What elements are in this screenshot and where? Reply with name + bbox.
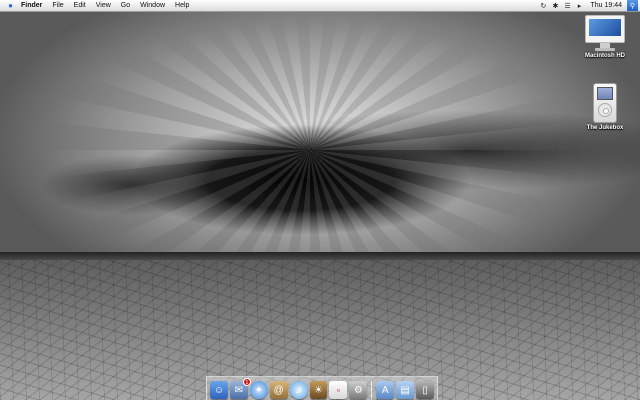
menu-clock[interactable]: Thu 19:44 xyxy=(585,0,627,11)
documents-folder-icon[interactable]: ▤ xyxy=(396,381,415,399)
menu-bar-status-area: ↻ ✱ ☰ ▸ Thu 19:44 ⚲ xyxy=(537,0,640,11)
menu-window[interactable]: Window xyxy=(135,0,170,11)
address-book-icon[interactable]: @ xyxy=(269,381,288,399)
itunes-icon[interactable]: ♫ xyxy=(289,381,308,399)
desktop-icon-the-jukebox[interactable]: The Jukebox xyxy=(570,83,640,131)
applications-folder-icon[interactable]: A xyxy=(376,381,395,399)
menu-file[interactable]: File xyxy=(47,0,68,11)
mail-icon[interactable]: ✉ 1 xyxy=(229,378,251,399)
dock-separator xyxy=(371,381,373,399)
safari-icon[interactable]: ✦ xyxy=(249,381,268,399)
apple-icon[interactable]: ● xyxy=(5,0,16,11)
desktop-icon-macintosh-hd[interactable]: Macintosh HD xyxy=(570,15,640,59)
ipod-icon xyxy=(593,83,617,123)
volume-icon[interactable]: ▸ xyxy=(573,0,585,11)
menu-edit[interactable]: Edit xyxy=(69,0,91,11)
hard-drive-icon xyxy=(583,15,627,51)
system-preferences-icon[interactable]: ⚙ xyxy=(349,381,368,399)
iphoto-icon[interactable]: ☀ xyxy=(309,381,328,399)
desktop-icon-label: The Jukebox xyxy=(586,125,624,131)
spotlight-icon[interactable]: ⚲ xyxy=(627,0,638,11)
wifi-icon[interactable]: ☰ xyxy=(561,0,573,11)
sync-icon[interactable]: ↻ xyxy=(537,0,549,11)
trash-icon[interactable]: ▯ xyxy=(416,381,434,399)
menu-help[interactable]: Help xyxy=(170,0,194,11)
finder-icon[interactable]: ☺ xyxy=(210,381,228,399)
desktop-icon-label: Macintosh HD xyxy=(584,53,625,59)
ical-icon[interactable]: ▫ xyxy=(329,381,348,399)
bluetooth-icon[interactable]: ✱ xyxy=(549,0,561,11)
menu-go[interactable]: Go xyxy=(116,0,135,11)
menu-app-finder[interactable]: Finder xyxy=(16,0,47,11)
dock: ☺ ✉ 1 ✦ @ ♫ ☀ ▫ ⚙ A ▤ ▯ xyxy=(206,376,438,400)
mail-unread-badge: 1 xyxy=(242,378,251,386)
menu-view[interactable]: View xyxy=(91,0,116,11)
menu-bar: ● Finder File Edit View Go Window Help ↻… xyxy=(0,0,640,12)
